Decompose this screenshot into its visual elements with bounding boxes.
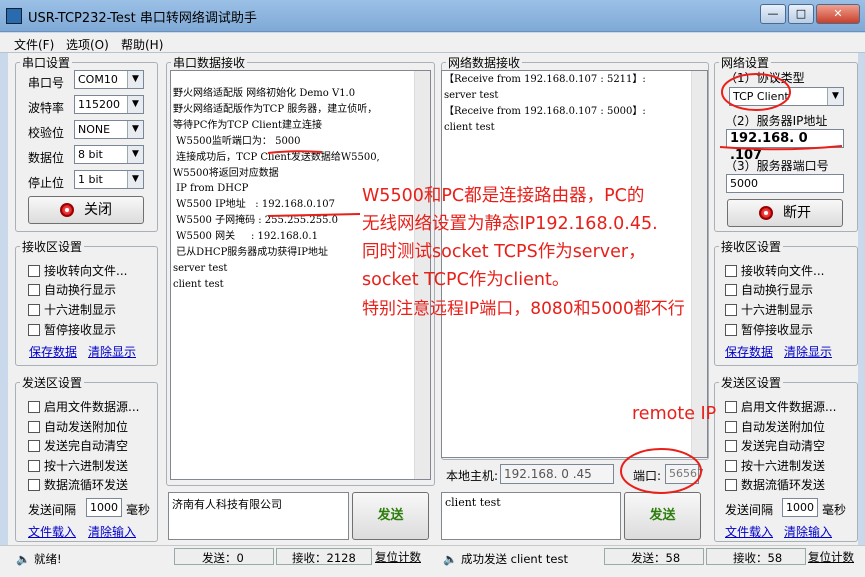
protocol-circle (721, 73, 791, 111)
status-recv-box-2: 接收：58 (706, 548, 806, 565)
status-bar: 🔈 就绪! 发送：0 接收：2128 复位计数 🔈 成功发送 client te… (0, 545, 865, 577)
annotation-marks (267, 73, 843, 494)
port-circle (620, 448, 702, 494)
status-ready-text: 就绪! (33, 552, 62, 566)
listen-port-underline (267, 150, 323, 154)
status-message: 🔈 成功发送 client test (443, 551, 568, 567)
reset-count-button-right[interactable]: 复位计数 (808, 549, 854, 565)
status-send-box: 发送：0 (174, 548, 274, 565)
w5500-ip-underline (267, 213, 361, 217)
speaker-icon: 🔈 (443, 552, 458, 566)
status-send-count-2: 发送：58 (631, 551, 681, 565)
speaker-icon: 🔈 (16, 552, 31, 566)
status-ready: 🔈 就绪! (16, 551, 62, 567)
status-recv-count-2: 接收：58 (733, 551, 783, 565)
status-send-box-2: 发送：58 (604, 548, 704, 565)
status-message-text: 成功发送 client test (460, 552, 568, 566)
status-recv-count: 接收：2128 (292, 551, 356, 565)
reset-count-button-left[interactable]: 复位计数 (375, 549, 421, 565)
server-ip-underline (719, 145, 843, 151)
status-send-count: 发送：0 (202, 551, 244, 565)
status-recv-box: 接收：2128 (276, 548, 372, 565)
